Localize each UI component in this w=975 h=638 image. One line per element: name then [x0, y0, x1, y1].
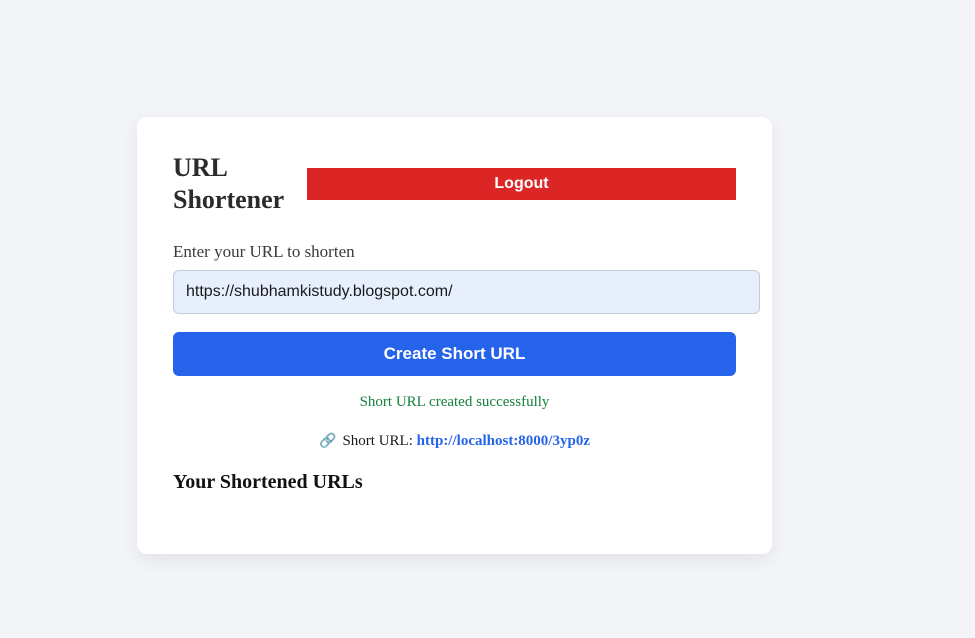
url-shortener-card: URL Shortener Logout Enter your URL to s… [137, 117, 772, 554]
logout-button[interactable]: Logout [307, 168, 736, 200]
success-message: Short URL created successfully [359, 394, 550, 410]
link-icon: 🔗 [319, 433, 337, 449]
url-input[interactable] [173, 270, 760, 314]
shortened-urls-heading: Your Shortened URLs [173, 471, 363, 493]
short-url-row: 🔗 Short URL: http://localhost:8000/3yp0z [173, 433, 736, 450]
create-short-url-button[interactable]: Create Short URL [173, 332, 736, 376]
page-title: URL Shortener [173, 153, 285, 214]
url-input-label: Enter your URL to shorten [173, 242, 355, 261]
short-url-label: Short URL: [342, 433, 417, 449]
short-url-link[interactable]: http://localhost:8000/3yp0z [417, 433, 590, 449]
